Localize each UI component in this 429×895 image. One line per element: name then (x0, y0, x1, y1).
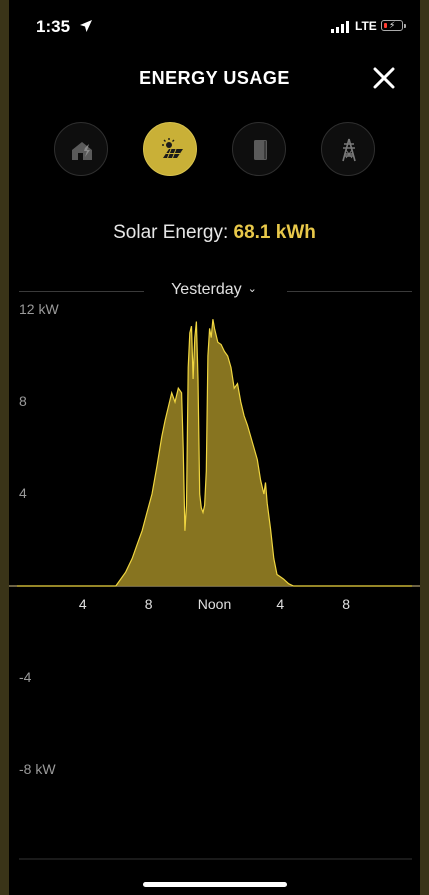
divider-left (19, 291, 144, 292)
x-tick-label: Noon (197, 596, 232, 612)
solar-area (17, 319, 412, 586)
status-bar: 1:35 LTE ⚡ (9, 0, 420, 52)
battery-icon (254, 140, 267, 160)
solar-energy-summary: Solar Energy: 68.1 kWh (9, 222, 420, 244)
y-tick-label: 12 kW (19, 301, 59, 317)
energy-chart: 12 kW 8 4 -4 -8 kW 4 8 Noon 4 8 (9, 300, 420, 870)
tab-powerwall[interactable] (232, 122, 286, 176)
page-title: ENERGY USAGE (139, 68, 290, 88)
location-arrow-icon (80, 20, 92, 32)
y-tick-label: 8 (19, 393, 27, 409)
close-icon[interactable] (372, 66, 396, 90)
y-tick-label: 4 (19, 485, 27, 501)
chart-plot (9, 319, 420, 860)
power-tower-icon (342, 138, 356, 162)
period-selector[interactable]: Yesterday ⌄ (149, 281, 279, 299)
solar-panel-icon (162, 138, 183, 159)
summary-label: Solar Energy: (113, 222, 229, 243)
x-tick-label: 8 (144, 596, 153, 612)
x-tick-label: 4 (78, 596, 87, 612)
summary-value: 68.1 kWh (233, 222, 316, 243)
network-type: LTE (355, 19, 377, 33)
status-time: 1:35 (36, 17, 71, 36)
chevron-down-icon: ⌄ (247, 283, 257, 295)
tab-grid[interactable] (321, 122, 375, 176)
divider-right (287, 291, 412, 292)
x-tick-label: 4 (276, 596, 285, 612)
tab-solar[interactable] (143, 122, 197, 176)
home-indicator[interactable] (143, 882, 287, 887)
tab-home[interactable] (54, 122, 108, 176)
x-tick-label: 8 (342, 596, 351, 612)
cell-signal-icon (331, 21, 349, 33)
app-screen: 1:35 LTE ⚡ ENERGY USAGE Solar Energy: 68… (9, 0, 420, 895)
period-label: Yesterday (171, 281, 242, 298)
y-tick-label: -4 (19, 669, 32, 685)
home-icon (72, 142, 92, 160)
battery-icon: ⚡ (381, 20, 406, 31)
y-tick-label: -8 kW (19, 761, 56, 777)
